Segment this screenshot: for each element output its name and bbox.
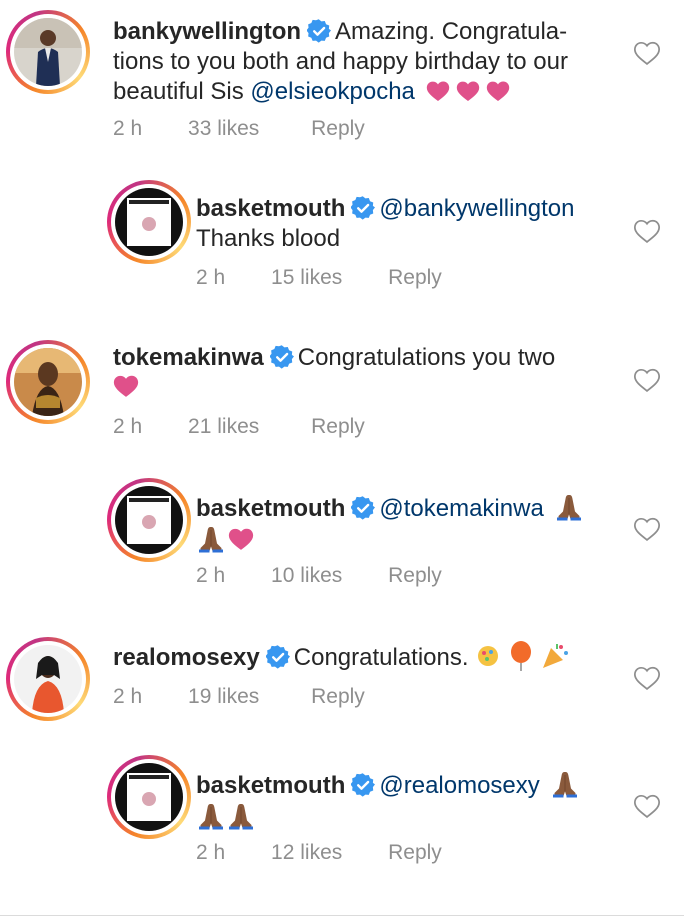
mention-link[interactable]: @elsieokpocha [250, 78, 414, 105]
mention-link[interactable]: @realomosexy [379, 772, 539, 799]
comment-body: basketmouth @realomosexy [196, 769, 636, 833]
likes-count[interactable]: 12 likes [271, 841, 342, 865]
timestamp: 2 h [196, 266, 226, 289]
username[interactable]: tokemakinwa [113, 344, 264, 371]
pink-heart-icon [426, 80, 450, 102]
timestamp: 2 h [113, 117, 143, 140]
likes-count[interactable]: 21 likes [188, 415, 259, 439]
pink-heart-icon [486, 80, 510, 102]
timestamp: 2 h [113, 415, 143, 438]
pink-heart-icon [113, 374, 139, 398]
comment-meta: 2 h 12 likes Reply [196, 841, 442, 865]
username[interactable]: basketmouth [196, 772, 345, 799]
likes-count[interactable]: 15 likes [271, 266, 342, 290]
comment-text: tions to you both and happy birthday to … [113, 48, 568, 75]
avatar[interactable] [6, 637, 90, 721]
reply-button[interactable]: Reply [388, 841, 442, 865]
username[interactable]: bankywellington [113, 18, 301, 45]
avatar[interactable] [107, 180, 191, 264]
heart-outline-icon[interactable] [634, 219, 660, 243]
verified-badge-icon [270, 345, 294, 369]
comment-body: basketmouth @bankywellington Thanks blood [196, 194, 636, 254]
comment-text: Amazing. Congratula- [335, 18, 568, 45]
comment-meta: 2 h 10 likes Reply [196, 564, 442, 588]
reply-button[interactable]: Reply [311, 685, 365, 709]
heart-outline-icon[interactable] [634, 41, 660, 65]
comment-body: realomosexy Congratulations. [113, 641, 633, 673]
heart-outline-icon[interactable] [634, 368, 660, 392]
comment-text: Thanks blood [196, 225, 341, 252]
reply-button[interactable]: Reply [388, 564, 442, 588]
comment-meta: 2 h 21 likes Reply [113, 415, 365, 439]
verified-badge-icon [351, 496, 375, 520]
avatar[interactable] [107, 755, 191, 839]
likes-count[interactable]: 19 likes [188, 685, 259, 709]
likes-count[interactable]: 33 likes [188, 117, 259, 141]
verified-badge-icon [351, 773, 375, 797]
verified-badge-icon [351, 196, 375, 220]
pink-heart-icon [456, 80, 480, 102]
avatar[interactable] [6, 10, 90, 94]
heart-outline-icon[interactable] [634, 517, 660, 541]
comment-meta: 2 h 33 likes Reply [113, 117, 365, 141]
comment-body: tokemakinwa Congratulations you two [113, 343, 633, 403]
mention-link[interactable]: @tokemakinwa [379, 495, 543, 522]
heart-outline-icon[interactable] [634, 794, 660, 818]
comment-text: Congratulations you two [297, 344, 556, 371]
mention-link[interactable]: @bankywellington [379, 195, 574, 222]
avatar[interactable] [6, 340, 90, 424]
verified-badge-icon [266, 645, 290, 669]
party-popper-icon [541, 644, 569, 671]
avatar[interactable] [107, 478, 191, 562]
folded-hands-icon [226, 801, 256, 831]
pink-heart-icon [228, 527, 254, 551]
likes-count[interactable]: 10 likes [271, 564, 342, 588]
comment-text: Congratulations. [293, 644, 469, 671]
balloon-icon [508, 641, 541, 671]
reply-button[interactable]: Reply [388, 266, 442, 290]
reply-button[interactable]: Reply [311, 117, 365, 141]
comment-meta: 2 h 19 likes Reply [113, 685, 365, 709]
comment-meta: 2 h 15 likes Reply [196, 266, 442, 290]
folded-hands-icon [196, 801, 226, 831]
folded-hands-icon [196, 524, 226, 554]
timestamp: 2 h [196, 841, 226, 864]
timestamp: 2 h [196, 564, 226, 587]
comment-body: bankywellington Amazing. Congratula- tion… [113, 17, 633, 107]
timestamp: 2 h [113, 685, 143, 708]
confetti-icon [475, 644, 508, 671]
username[interactable]: basketmouth [196, 495, 345, 522]
folded-hands-icon [550, 769, 580, 799]
folded-hands-icon [554, 492, 584, 522]
divider [0, 915, 684, 916]
username[interactable]: realomosexy [113, 644, 260, 671]
verified-badge-icon [307, 19, 331, 43]
heart-outline-icon[interactable] [634, 666, 660, 690]
comment-text: beautiful Sis [113, 78, 244, 105]
username[interactable]: basketmouth [196, 195, 345, 222]
comment-body: basketmouth @tokemakinwa [196, 492, 636, 556]
reply-button[interactable]: Reply [311, 415, 365, 439]
